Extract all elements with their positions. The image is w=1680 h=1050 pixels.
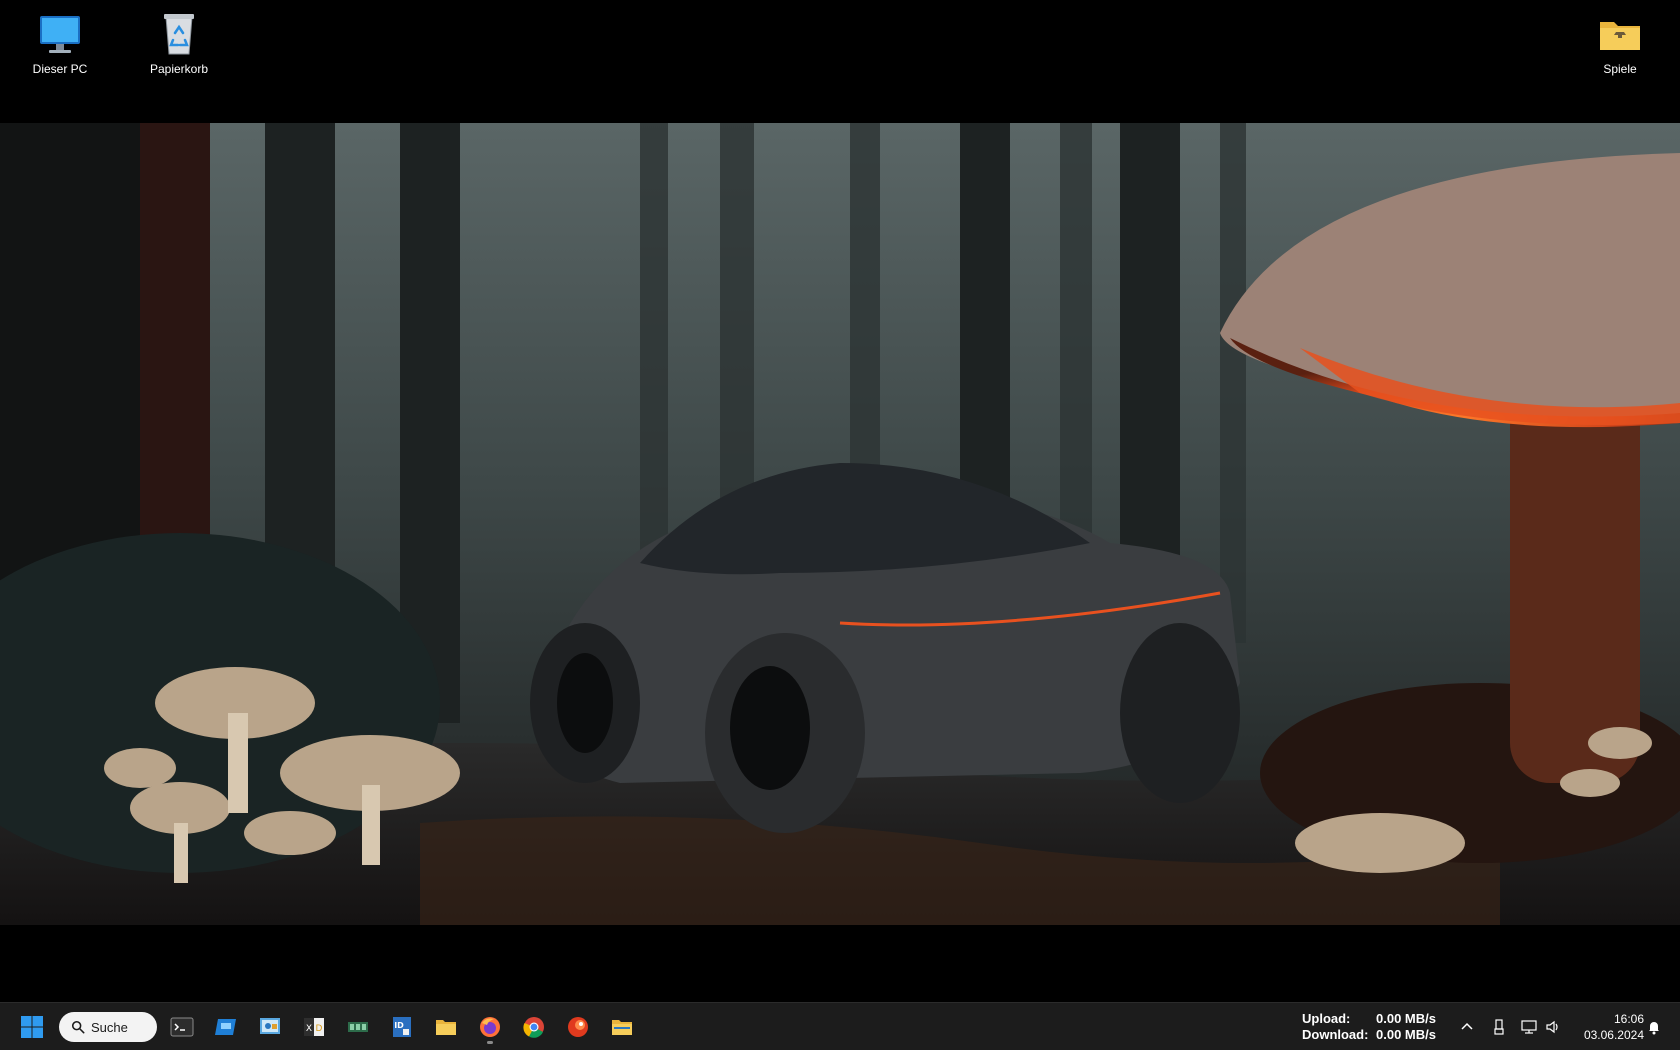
taskbar: Suche X D ID Upload: 0.00 MB/s Download:…: [0, 1002, 1680, 1050]
monitor-icon: [40, 16, 80, 53]
svg-text:ID: ID: [394, 1021, 404, 1030]
desktop-icon-label: Spiele: [1603, 62, 1637, 76]
taskbar-app-folder[interactable]: [604, 1009, 640, 1045]
taskbar-app-file-explorer[interactable]: [428, 1009, 464, 1045]
clock-date: 03.06.2024: [1583, 1028, 1644, 1042]
search-icon: [71, 1020, 85, 1034]
notification-button[interactable]: [1642, 1015, 1666, 1039]
tray-network[interactable]: [1517, 1015, 1541, 1039]
folder-icon: [1600, 22, 1640, 50]
tray-usb[interactable]: [1487, 1015, 1511, 1039]
taskbar-app-id[interactable]: ID: [384, 1009, 420, 1045]
start-button[interactable]: [14, 1009, 50, 1045]
taskbar-app-terminal[interactable]: [164, 1009, 200, 1045]
upload-value: 0.00 MB/s: [1376, 1011, 1436, 1026]
folder-icon: [436, 1020, 456, 1035]
taskbar-app-red[interactable]: [560, 1009, 596, 1045]
usb-icon: [1494, 1019, 1504, 1035]
netspeed-widget: Upload: 0.00 MB/s Download: 0.00 MB/s: [1302, 1011, 1436, 1043]
svg-text:X: X: [306, 1024, 312, 1034]
desktop: Dieser PC Papierkorb Spiele: [0, 0, 1680, 1002]
app-window-icon: [215, 1019, 236, 1035]
taskbar-search[interactable]: Suche: [59, 1012, 157, 1042]
desktop-icon-label: Dieser PC: [32, 62, 88, 76]
taskbar-app-control-panel[interactable]: [252, 1009, 288, 1045]
red-circle-app-icon: [568, 1017, 588, 1037]
volume-icon: [1546, 1020, 1558, 1034]
chevron-up-icon: [1461, 1022, 1473, 1030]
desktop-icon-spiele-folder[interactable]: Spiele: [1580, 10, 1660, 76]
svg-text:D: D: [316, 1024, 323, 1034]
desktop-icon-this-pc[interactable]: Dieser PC: [20, 10, 100, 76]
taskbar-app-blue[interactable]: [208, 1009, 244, 1045]
firefox-icon: [480, 1017, 500, 1037]
network-icon: [1521, 1020, 1537, 1034]
download-label: Download:: [1302, 1027, 1369, 1042]
chip-icon: [348, 1022, 368, 1032]
taskbar-clock[interactable]: 16:06 03.06.2024: [1568, 1011, 1644, 1043]
taskbar-app-xd[interactable]: X D: [296, 1009, 332, 1045]
id-card-icon: ID: [393, 1017, 411, 1037]
desktop-icon-label: Papierkorb: [149, 62, 209, 76]
taskbar-app-firefox[interactable]: [472, 1009, 508, 1045]
desktop-icon-recycle-bin[interactable]: Papierkorb: [139, 10, 219, 76]
tray-volume[interactable]: [1541, 1015, 1565, 1039]
windows-start-icon: [21, 1016, 43, 1038]
wallpaper: [0, 123, 1680, 925]
terminal-icon: [170, 1017, 194, 1037]
search-label: Suche: [91, 1019, 128, 1035]
recycle-bin-icon: [164, 14, 194, 55]
wallpaper-image: [0, 123, 1680, 925]
clock-time: 16:06: [1613, 1012, 1644, 1026]
bell-icon: [1649, 1022, 1659, 1035]
download-value: 0.00 MB/s: [1376, 1027, 1436, 1042]
folder-striped-icon: [612, 1020, 632, 1035]
upload-label: Upload:: [1302, 1011, 1351, 1026]
xd-app-icon: X D: [304, 1018, 324, 1036]
control-panel-icon: [260, 1018, 280, 1034]
active-indicator: [487, 1041, 493, 1044]
taskbar-app-hardware[interactable]: [340, 1009, 376, 1045]
chrome-icon: [523, 1017, 544, 1038]
tray-overflow-button[interactable]: [1455, 1015, 1479, 1039]
taskbar-app-chrome[interactable]: [516, 1009, 552, 1045]
